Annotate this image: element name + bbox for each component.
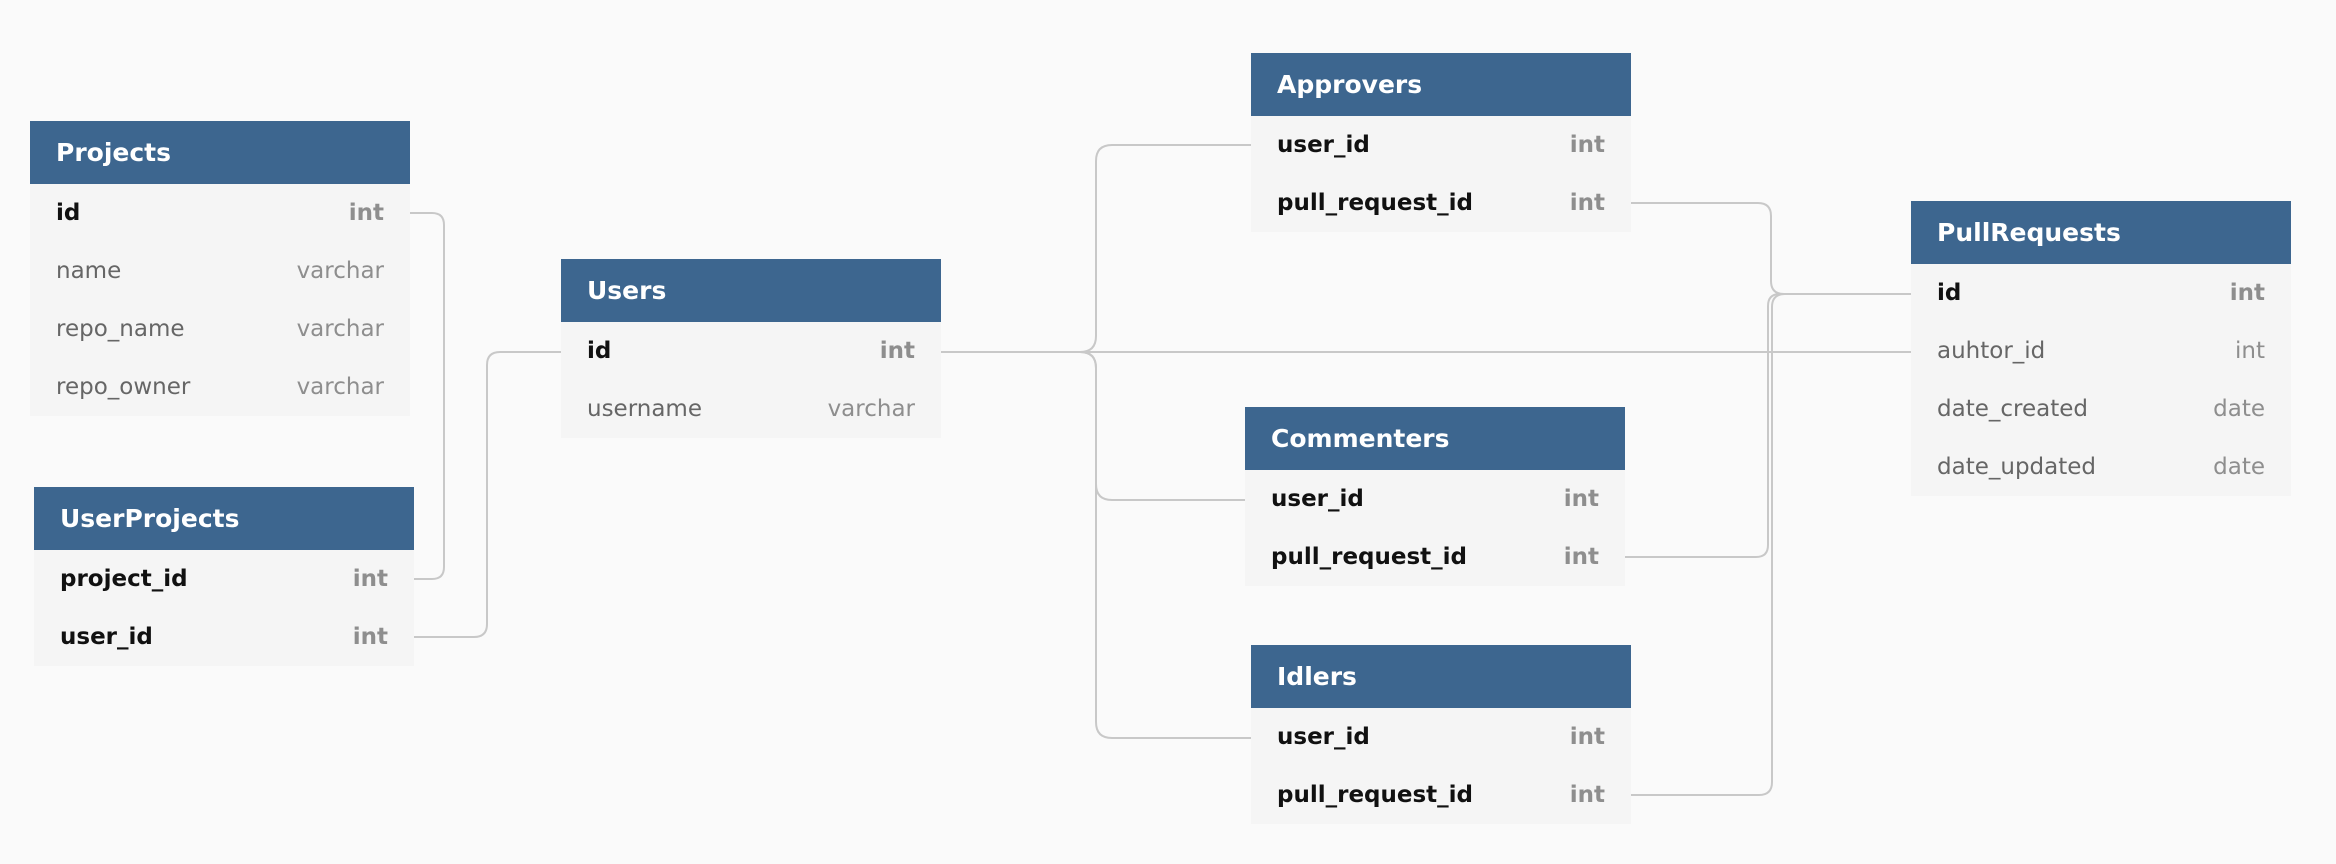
field-name: name (56, 258, 122, 284)
field-type: int (879, 338, 915, 364)
link-idlers-pullrequests (1631, 293, 1911, 796)
field-row[interactable]: username varchar (561, 380, 941, 438)
table-title[interactable]: Commenters (1245, 407, 1625, 470)
field-row[interactable]: pull_request_id int (1251, 766, 1631, 824)
field-row[interactable]: user_id int (1245, 470, 1625, 528)
field-type: int (352, 624, 388, 650)
table-title[interactable]: Approvers (1251, 53, 1631, 116)
field-type: int (1569, 782, 1605, 808)
field-name: user_id (1277, 132, 1370, 158)
field-type: varchar (296, 374, 384, 400)
field-name: user_id (60, 624, 153, 650)
field-row[interactable]: user_id int (1251, 708, 1631, 766)
field-type: varchar (296, 316, 384, 342)
field-type: int (1569, 132, 1605, 158)
table-title[interactable]: Users (561, 259, 941, 322)
field-row[interactable]: repo_owner varchar (30, 358, 410, 416)
field-row[interactable]: id int (1911, 264, 2291, 322)
field-name: id (1937, 280, 1962, 306)
table-title[interactable]: PullRequests (1911, 201, 2291, 264)
field-row[interactable]: project_id int (34, 550, 414, 608)
field-name: pull_request_id (1271, 544, 1468, 570)
field-row[interactable]: date_created date (1911, 380, 2291, 438)
table-title[interactable]: UserProjects (34, 487, 414, 550)
field-row[interactable]: user_id int (34, 608, 414, 666)
field-row[interactable]: name varchar (30, 242, 410, 300)
field-type: int (1569, 190, 1605, 216)
field-name: auhtor_id (1937, 338, 2046, 364)
table-commenters[interactable]: Commenters user_id int pull_request_id i… (1245, 407, 1625, 586)
field-type: varchar (296, 258, 384, 284)
table-approvers[interactable]: Approvers user_id int pull_request_id in… (1251, 53, 1631, 232)
table-title[interactable]: Idlers (1251, 645, 1631, 708)
field-name: user_id (1271, 486, 1364, 512)
field-type: int (2229, 280, 2265, 306)
field-type: int (1563, 544, 1599, 570)
field-row[interactable]: repo_name varchar (30, 300, 410, 358)
field-name: project_id (60, 566, 188, 592)
field-name: pull_request_id (1277, 190, 1474, 216)
field-row[interactable]: user_id int (1251, 116, 1631, 174)
field-type: int (352, 566, 388, 592)
link-projects-userprojects (410, 212, 445, 580)
field-name: repo_name (56, 316, 185, 342)
field-row[interactable]: id int (30, 184, 410, 242)
table-title[interactable]: Projects (30, 121, 410, 184)
field-type: int (1563, 486, 1599, 512)
field-name: username (587, 396, 702, 422)
field-name: repo_owner (56, 374, 191, 400)
link-users-approvers (941, 144, 1251, 353)
field-name: id (587, 338, 612, 364)
field-name: id (56, 200, 81, 226)
field-type: date (2213, 396, 2265, 422)
field-row[interactable]: pull_request_id int (1251, 174, 1631, 232)
link-approvers-pullrequests (1631, 202, 1911, 295)
field-type: varchar (827, 396, 915, 422)
table-pullrequests[interactable]: PullRequests id int auhtor_id int date_c… (1911, 201, 2291, 496)
er-diagram-canvas: Projects id int name varchar repo_name v… (0, 0, 2336, 864)
link-users-idlers (1079, 351, 1251, 739)
field-name: date_updated (1937, 454, 2097, 480)
link-users-commenters (1079, 351, 1245, 501)
field-row[interactable]: date_updated date (1911, 438, 2291, 496)
table-users[interactable]: Users id int username varchar (561, 259, 941, 438)
link-commenters-pullrequests (1625, 293, 1911, 558)
table-projects[interactable]: Projects id int name varchar repo_name v… (30, 121, 410, 416)
table-idlers[interactable]: Idlers user_id int pull_request_id int (1251, 645, 1631, 824)
link-userprojects-users (414, 351, 561, 638)
field-name: date_created (1937, 396, 2088, 422)
field-type: int (1569, 724, 1605, 750)
field-name: user_id (1277, 724, 1370, 750)
field-type: date (2213, 454, 2265, 480)
table-userprojects[interactable]: UserProjects project_id int user_id int (34, 487, 414, 666)
field-type: int (348, 200, 384, 226)
field-type: int (2235, 338, 2265, 364)
field-row[interactable]: id int (561, 322, 941, 380)
field-name: pull_request_id (1277, 782, 1474, 808)
field-row[interactable]: pull_request_id int (1245, 528, 1625, 586)
field-row[interactable]: auhtor_id int (1911, 322, 2291, 380)
